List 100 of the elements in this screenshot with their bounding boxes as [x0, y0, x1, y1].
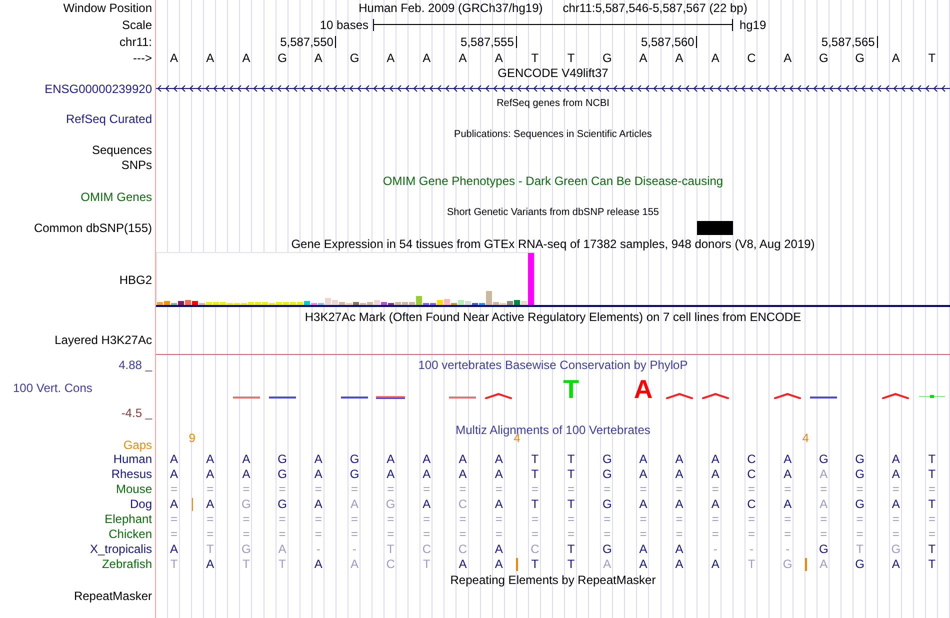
aligned-base: = [604, 526, 611, 540]
insertion-mark [192, 498, 194, 510]
track-label: Sequences [90, 144, 153, 156]
track-label: 100 Vert. Cons [13, 381, 92, 395]
aligned-base: A [494, 452, 503, 466]
aligned-base: = [423, 512, 430, 526]
score-line-icon [376, 396, 406, 399]
position-text: chr11:5,587,546-5,587,567 (22 bp) [562, 1, 748, 15]
aligned-base: = [459, 526, 466, 540]
aligned-base: T [567, 556, 575, 570]
aligned-base: = [242, 526, 250, 540]
sequence-base: A [422, 52, 432, 64]
aligned-base: = [784, 526, 792, 540]
aligned-base: G [891, 542, 901, 556]
aligned-base: G [350, 452, 360, 466]
score-peak-icon [485, 393, 512, 399]
sequence-base: A [674, 52, 684, 64]
assembly-label: hg19 [738, 18, 768, 32]
aligned-base: A [639, 452, 648, 466]
row-label: Window Position [62, 2, 153, 14]
aligned-base: = [568, 482, 575, 496]
sequence-base: A [890, 52, 901, 64]
aligned-base: = [676, 482, 683, 496]
aligned-base: = [712, 512, 719, 526]
aligned-base: = [892, 526, 900, 540]
score-line-icon [918, 395, 945, 399]
row-label: chr11: [118, 36, 153, 48]
score-peak-icon [882, 393, 910, 399]
aligned-base: = [278, 526, 286, 540]
track-title: GENCODE V49lift37 [498, 66, 608, 80]
aligned-base: = [568, 512, 575, 526]
score-line-icon [268, 396, 296, 399]
aligned-base: = [712, 482, 719, 496]
aligned-base: = [531, 526, 538, 540]
aligned-base: A [206, 556, 214, 570]
aligned-base: = [748, 512, 755, 526]
aligned-base: A [892, 496, 900, 510]
track-title: Repeating Elements by RepeatMasker [450, 572, 656, 586]
track-title: Short Genetic Variants from dbSNP release 155 [447, 206, 659, 218]
axis-max-label: 4.88 _ [118, 358, 152, 372]
aligned-base: T [856, 542, 864, 556]
aligned-base: G [602, 496, 612, 510]
aligned-base: = [856, 482, 864, 496]
aligned-base: = [387, 482, 394, 496]
variant-mark[interactable] [697, 221, 734, 235]
aligned-base: T [531, 496, 539, 510]
aligned-base: A [206, 496, 214, 510]
insertion-mark [805, 558, 807, 570]
aligned-base: G [855, 452, 864, 466]
species-label: Chicken [108, 528, 153, 540]
aligned-base: A [639, 556, 648, 570]
aligned-base: A [170, 496, 178, 510]
aligned-base: G [386, 496, 396, 510]
sequence-base: A [494, 52, 504, 64]
aligned-base: - [316, 542, 320, 556]
aligned-base: T [928, 542, 936, 556]
track-label: Common dbSNP(155) [32, 222, 153, 234]
track-label: RepeatMasker [72, 590, 153, 602]
aligned-base: = [820, 512, 828, 526]
aligned-base: = [495, 526, 502, 540]
aligned-base: = [278, 482, 286, 496]
scale-label: 10 bases [318, 18, 370, 32]
aligned-base: A [386, 466, 395, 480]
aligned-base: A [639, 466, 648, 480]
species-label: Mouse [114, 482, 153, 494]
aligned-base: T [206, 542, 214, 556]
aligned-base: = [350, 526, 358, 540]
insertion-mark [516, 558, 518, 570]
track-label: Gaps [122, 438, 153, 450]
aligned-base: A [278, 542, 286, 556]
aligned-base: = [170, 526, 178, 540]
aligned-base: G [278, 496, 287, 510]
aligned-base: T [567, 452, 575, 466]
aligned-base: = [495, 512, 502, 526]
aligned-base: C [458, 496, 468, 510]
aligned-base: A [314, 496, 322, 510]
aligned-base: T [531, 452, 539, 466]
assembly-title: Human Feb. 2009 (GRCh37/hg19) [358, 1, 543, 15]
aligned-base: = [676, 512, 683, 526]
aligned-base: - [786, 542, 790, 556]
aligned-base: A [458, 556, 467, 570]
aligned-base: G [278, 452, 287, 466]
species-label: X_tropicalis [88, 542, 153, 554]
aligned-base: = [820, 526, 828, 540]
aligned-base: A [170, 466, 178, 480]
aligned-base: = [748, 482, 755, 496]
aligned-base: = [170, 482, 178, 496]
aligned-base: A [675, 496, 684, 510]
aligned-base: A [711, 556, 720, 570]
aligned-base: = [206, 482, 214, 496]
aligned-base: A [820, 496, 828, 510]
aligned-base: = [314, 512, 322, 526]
aligned-base: A [314, 452, 322, 466]
score-peak-icon [666, 393, 693, 399]
sequence-base: A [205, 52, 216, 64]
aligned-base: G [350, 466, 360, 480]
score-line-icon [340, 396, 368, 399]
aligned-base: - [749, 542, 754, 556]
aligned-base: = [387, 526, 394, 540]
aligned-base: A [892, 466, 900, 480]
